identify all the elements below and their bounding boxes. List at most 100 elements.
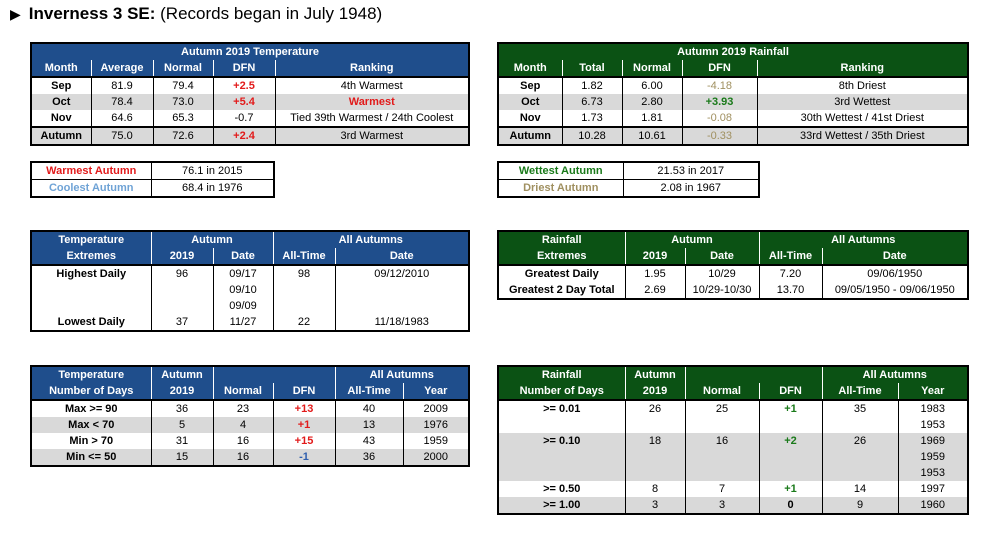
normal-cell: 6.00: [621, 77, 682, 94]
dfn-cell: -4.18: [681, 77, 757, 94]
alltime-cell: 13.70: [758, 282, 823, 299]
normal-cell: 23: [212, 400, 273, 417]
month-cell: Oct: [498, 94, 562, 110]
ranking-cell: 33rd Wettest / 35th Driest: [756, 127, 968, 145]
year-cell: 1959: [897, 449, 968, 465]
dfn-cell: +1: [272, 417, 335, 433]
temperature-records-table: Warmest Autumn 76.1 in 2015 Coolest Autu…: [30, 161, 275, 198]
value-cell: 37: [150, 314, 213, 331]
rainfall-monthly-table: Autumn 2019 Rainfall Month Total Normal …: [497, 42, 969, 146]
normal-cell: 1.81: [621, 110, 682, 127]
table-row: Max < 70 5 4 +1 13 1976: [31, 417, 469, 433]
table-row: 1959: [498, 449, 968, 465]
table-row: Max >= 90 36 23 +13 40 2009: [31, 400, 469, 417]
group-header: All Autumns: [334, 366, 469, 383]
dfn-cell: +2.5: [212, 77, 275, 94]
col-header: DFN: [681, 60, 757, 78]
row-header: Rainfall: [498, 366, 625, 383]
month-cell: Nov: [519, 112, 541, 124]
date-cell: 10/29: [684, 265, 760, 282]
table-row: >= 0.01 26 25 +1 35 1983: [498, 400, 968, 417]
page-title: ▶ Inverness 3 SE: (Records began in July …: [10, 4, 382, 24]
ranking-cell: Tied 39th Warmest / 24th Coolest: [274, 110, 469, 127]
normal-cell: 65.3: [152, 110, 213, 127]
ranking-cell: 3rd Warmest: [274, 127, 469, 145]
dfn-cell: +1: [758, 481, 822, 497]
col-header: Ranking: [756, 60, 968, 78]
year-cell: 1959: [402, 433, 469, 449]
month-cell: Sep: [520, 80, 541, 92]
col-header: DFN: [272, 383, 335, 401]
average-cell: 78.4: [90, 94, 153, 110]
group-header: All Autumns: [272, 231, 469, 248]
year-cell: 1953: [897, 465, 968, 481]
temperature-days-table: Temperature Autumn All Autumns Number of…: [30, 365, 470, 467]
row-header: Number of Days: [31, 383, 151, 401]
dfn-cell: +5.4: [212, 94, 275, 110]
row-header: Temperature: [31, 231, 151, 248]
average-cell: 64.6: [90, 110, 153, 127]
date-cell: 09/17: [212, 265, 274, 282]
month-cell: Autumn: [31, 127, 91, 145]
normal-cell: 3: [684, 497, 759, 514]
alldate-cell: 09/12/2010: [334, 265, 469, 282]
wettest-label: Wettest Autumn: [497, 161, 624, 180]
alltime-cell: 9: [821, 497, 898, 514]
normal-cell: 16: [684, 433, 759, 449]
date-cell: 10/29-10/30: [684, 282, 760, 299]
table-row: Min > 70 31 16 +15 43 1959: [31, 433, 469, 449]
table-row: 1953: [498, 465, 968, 481]
col-header: DFN: [758, 383, 822, 401]
table-row: Greatest Daily 1.95 10/29 7.20 09/06/195…: [498, 265, 968, 282]
table-row: Coolest Autumn 68.4 in 1976: [30, 179, 275, 198]
table-row: Highest Daily 96 09/17 98 09/12/2010: [31, 265, 469, 282]
alltime-cell: 22: [272, 314, 336, 331]
table-row: Autumn 75.0 72.6 +2.4 3rd Warmest: [31, 127, 469, 145]
ranking-cell: 30th Wettest / 41st Driest: [756, 110, 968, 127]
total-cell: 6.73: [561, 94, 622, 110]
alltime-cell: 13: [334, 417, 403, 433]
col-header: DFN: [212, 60, 275, 78]
date-cell: 09/10: [212, 282, 274, 298]
col-header: Autumn: [624, 366, 685, 383]
normal-cell: 79.4: [152, 77, 213, 94]
alltime-cell: 40: [334, 400, 403, 417]
rainfall-extremes-table: Rainfall Autumn All Autumns Extremes 201…: [497, 230, 969, 300]
col-header: Date: [821, 248, 968, 266]
dfn-cell: +3.93: [681, 94, 757, 110]
dfn-cell: -0.33: [681, 127, 757, 145]
value-cell: 31: [150, 433, 213, 449]
col-header: 2019: [150, 383, 213, 401]
driest-value: 2.08 in 1967: [622, 179, 760, 198]
month-cell: Oct: [31, 94, 91, 110]
col-header: Normal: [212, 383, 273, 401]
table-title: Autumn 2019 Temperature: [31, 43, 469, 60]
group-header: All Autumns: [821, 366, 968, 383]
col-header: Month: [498, 60, 562, 78]
value-cell: 3: [624, 497, 685, 514]
dfn-cell: +2: [758, 433, 822, 449]
col-header: Date: [334, 248, 469, 266]
ranking-cell: Warmest: [274, 94, 469, 110]
label-cell: >= 0.50: [543, 483, 581, 495]
value-cell: 26: [624, 400, 685, 417]
arrow-right-icon: ▶: [10, 6, 21, 22]
dfn-cell: -1: [272, 449, 335, 466]
col-header: 2019: [150, 248, 213, 266]
normal-cell: 16: [212, 433, 273, 449]
normal-cell: 73.0: [152, 94, 213, 110]
coolest-value: 68.4 in 1976: [150, 179, 275, 198]
rainfall-days-table: Rainfall Autumn All Autumns Number of Da…: [497, 365, 969, 515]
normal-cell: 72.6: [152, 127, 213, 145]
date-cell: 11/27: [212, 314, 274, 331]
col-header: Date: [212, 248, 274, 266]
table-row: Wettest Autumn 21.53 in 2017: [497, 161, 760, 180]
table-row: Oct 78.4 73.0 +5.4 Warmest: [31, 94, 469, 110]
row-header: Temperature: [31, 366, 151, 383]
value-cell: 1.95: [624, 265, 685, 282]
coolest-label: Coolest Autumn: [30, 179, 152, 198]
col-header: 2019: [624, 248, 685, 266]
average-cell: 81.9: [90, 77, 153, 94]
col-header: Normal: [152, 60, 213, 78]
year-cell: 1976: [402, 417, 469, 433]
